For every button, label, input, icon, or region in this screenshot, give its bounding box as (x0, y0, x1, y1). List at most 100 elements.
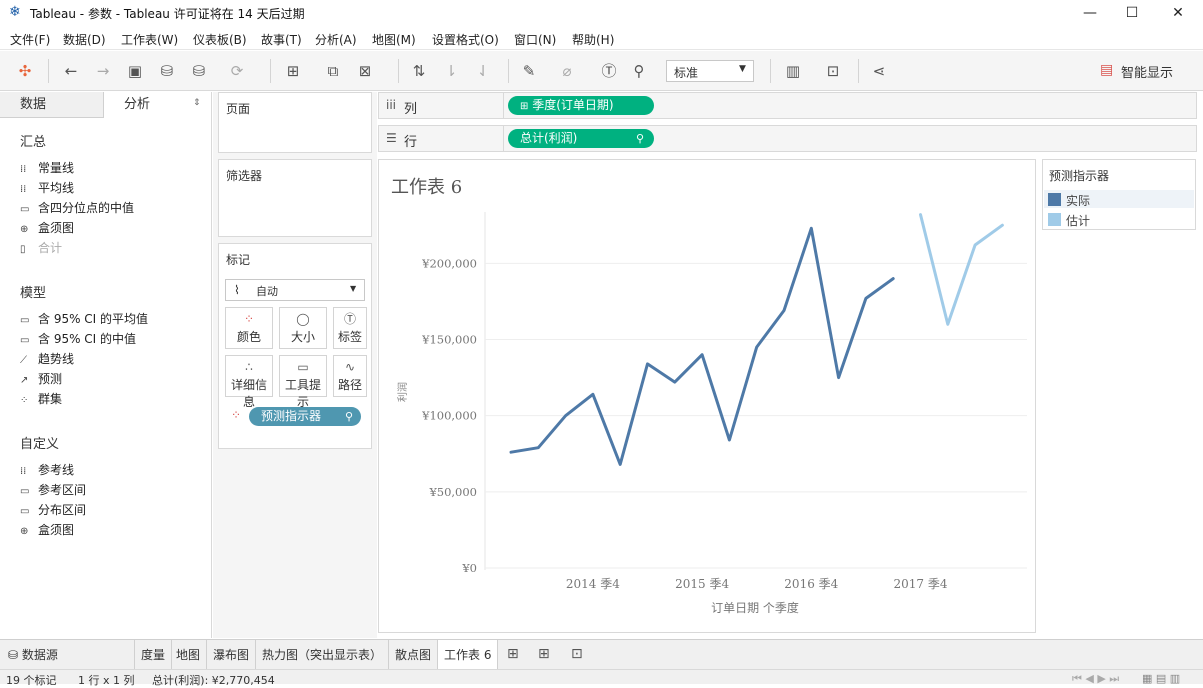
menu-file[interactable]: 文件(F) (10, 31, 50, 48)
tab-datasource[interactable]: ⛁ 数据源 (0, 640, 135, 670)
title-bar: ❄ Tableau - 参数 - Tableau 许可证将在 14 天后过期 —… (0, 0, 1203, 27)
color-button[interactable]: ⁘ 颜色 (225, 307, 273, 349)
item-median-quartiles[interactable]: ▭ 含四分位点的中值 (20, 199, 134, 217)
columns-icon: iii (386, 98, 397, 112)
menu-map[interactable]: 地图(M) (372, 31, 416, 48)
new-datasource-icon[interactable]: ⛁ (156, 61, 178, 81)
median-ci-icon: ▭ (20, 335, 30, 346)
duplicate-icon[interactable]: ⧉ (322, 61, 344, 81)
item-cluster[interactable]: ⁘ 群集 (20, 390, 62, 408)
menu-bar: 文件(F) 数据(D) 工作表(W) 仪表板(B) 故事(T) 分析(A) 地图… (0, 28, 1203, 50)
pane-menu-icon[interactable]: ⇕ (193, 98, 201, 108)
group-icon[interactable]: ⌀ (556, 61, 578, 81)
section-model: 模型 (20, 286, 47, 301)
tab-heatmap[interactable]: 热力图（突出显示表） (256, 640, 390, 670)
sort-ascending-icon[interactable]: ⇂ (440, 61, 462, 81)
tableau-logo-icon: ❄ (9, 4, 21, 20)
item-average-ci[interactable]: ▭ 含 95% CI 的平均值 (20, 310, 148, 328)
x-tick-label: 2016 季4 (784, 577, 838, 591)
item-constant-line[interactable]: ⁞⁞ 常量线 (20, 159, 74, 177)
save-icon[interactable]: ▣ (124, 61, 146, 81)
path-button[interactable]: ∿ 路径 (333, 355, 367, 397)
size-button[interactable]: ◯ 大小 (279, 307, 327, 349)
new-story-icon[interactable]: ⊡ (571, 646, 583, 662)
menu-worksheet[interactable]: 工作表(W) (121, 31, 178, 48)
item-average-line[interactable]: ⁞⁞ 平均线 (20, 179, 74, 197)
columns-pill[interactable]: ⊞ 季度(订单日期) (508, 96, 654, 115)
label-button[interactable]: Ⓣ 标签 (333, 307, 367, 349)
tooltip-button[interactable]: ▭ 工具提示 (279, 355, 327, 409)
color-encoding-icon: ⁘ (231, 408, 242, 422)
presentation-icon[interactable]: ⊡ (822, 61, 844, 81)
menu-window[interactable]: 窗口(N) (514, 31, 556, 48)
pages-card[interactable]: 页面 (218, 92, 372, 153)
refresh-icon[interactable]: ⟳ (226, 61, 248, 81)
tab-measures[interactable]: 度量 (135, 640, 173, 670)
show-cards-icon[interactable]: ▥ (782, 61, 804, 81)
sort-descending-icon[interactable]: ⇃ (472, 61, 494, 81)
redo-icon[interactable]: → (92, 61, 114, 81)
x-tick-label: 2015 季4 (675, 577, 729, 591)
new-worksheet-icon[interactable]: ⊞ (282, 61, 304, 81)
path-icon: ∿ (344, 360, 356, 374)
minimize-button[interactable]: — (1070, 3, 1110, 23)
item-reference-line[interactable]: ⁞⁞ 参考线 (20, 461, 74, 479)
filters-card[interactable]: 筛选器 (218, 159, 372, 237)
smart-show-icon[interactable]: ▤ (1100, 62, 1113, 78)
menu-dashboard[interactable]: 仪表板(B) (193, 31, 247, 48)
item-median-ci[interactable]: ▭ 含 95% CI 的中值 (20, 330, 136, 348)
filters-card-title: 筛选器 (226, 169, 263, 183)
close-button[interactable]: ✕ (1158, 3, 1198, 23)
fit-select[interactable]: 标准 ▼ (666, 60, 754, 82)
share-icon[interactable]: ⋖ (868, 61, 890, 81)
tab-scatter[interactable]: 散点图 (389, 640, 439, 670)
menu-format[interactable]: 设置格式(O) (432, 31, 499, 48)
undo-icon[interactable]: ← (60, 61, 82, 81)
legend-item-estimate[interactable]: 估计 (1044, 210, 1194, 228)
maximize-button[interactable]: ☐ (1112, 3, 1152, 23)
menu-analysis[interactable]: 分析(A) (315, 31, 357, 48)
new-worksheet-icon[interactable]: ⊞ (507, 646, 519, 662)
swap-icon[interactable]: ⇅ (408, 61, 430, 81)
tab-waterfall[interactable]: 瀑布图 (207, 640, 257, 670)
item-box-plot[interactable]: ⊕ 盒须图 (20, 219, 74, 237)
label-icon: Ⓣ (343, 312, 356, 326)
pause-updates-icon[interactable]: ⛁ (188, 61, 210, 81)
line-mark-icon: ⌇ (234, 283, 240, 297)
status-bar: 19 个标记 1 行 x 1 列 总计(利润): ¥2,770,454 ⏮ ◀ … (0, 669, 1203, 687)
item-distribution-band[interactable]: ▭ 分布区间 (20, 501, 86, 519)
tab-analysis[interactable]: 分析 (104, 92, 190, 118)
legend-item-actual[interactable]: 实际 (1044, 190, 1194, 208)
tab-worksheet-6[interactable]: 工作表 6 (438, 640, 499, 670)
menu-story[interactable]: 故事(T) (261, 31, 302, 48)
tab-data[interactable]: 数据 (0, 92, 104, 118)
item-trend-line[interactable]: ⟋ 趋势线 (20, 350, 74, 368)
box-plot-icon: ⊕ (20, 224, 29, 235)
highlight-icon[interactable]: ✎ (518, 61, 540, 81)
datasource-icon: ⛁ (8, 648, 22, 662)
tableau-home-icon[interactable]: ✣ (14, 61, 36, 81)
status-marks: 19 个标记 (6, 674, 57, 687)
show-labels-icon[interactable]: Ⓣ (598, 61, 620, 81)
smart-show-button[interactable]: 智能显示 (1121, 62, 1173, 81)
mark-type-value: 自动 (256, 285, 278, 298)
legend-title: 预测指示器 (1049, 169, 1110, 183)
detail-button[interactable]: ∴ 详细信息 (225, 355, 273, 409)
pin-icon[interactable]: ⚲ (628, 61, 650, 81)
menu-data[interactable]: 数据(D) (63, 31, 106, 48)
forecast-indicator-pill[interactable]: 预测指示器 ⚲ (249, 407, 361, 426)
item-box-plot-2[interactable]: ⊕ 盒须图 (20, 521, 74, 539)
sheet-tab-bar: ⛁ 数据源 度量 地图 瀑布图 热力图（突出显示表） 散点图 工作表 6 ⊞ ⊞… (0, 639, 1203, 670)
toolbar: ✣ ← → ▣ ⛁ ⛁ ⟳ ⊞ ⧉ ⊠ ⇅ ⇂ ⇃ ✎ ⌀ Ⓣ ⚲ 标准 ▼ ▥… (0, 51, 1203, 91)
reference-line-icon: ⁞⁞ (20, 466, 27, 477)
average-line-icon: ⁞⁞ (20, 184, 27, 195)
new-dashboard-icon[interactable]: ⊞ (538, 646, 550, 662)
grid-view-icon[interactable]: ▦ ▤ ▥ (1142, 672, 1180, 685)
clear-sheet-icon[interactable]: ⊠ (354, 61, 376, 81)
item-reference-band[interactable]: ▭ 参考区间 (20, 481, 86, 499)
rows-pill[interactable]: 总计(利润) ⚲ (508, 129, 654, 148)
item-forecast[interactable]: ↗ 预测 (20, 370, 62, 388)
menu-help[interactable]: 帮助(H) (572, 31, 614, 48)
mark-type-select[interactable]: ⌇ 自动 ▼ (225, 279, 365, 301)
tab-map[interactable]: 地图 (170, 640, 208, 670)
